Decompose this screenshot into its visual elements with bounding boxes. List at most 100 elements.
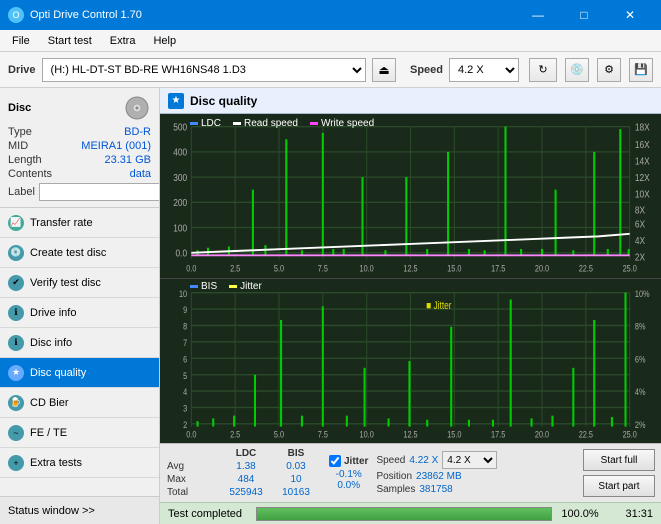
svg-text:0.0: 0.0 <box>186 264 197 274</box>
charts-area: LDC Read speed Write speed <box>160 114 661 443</box>
status-window-button[interactable]: Status window >> <box>0 496 159 524</box>
maximize-button[interactable]: □ <box>561 0 607 30</box>
svg-text:100: 100 <box>173 223 187 234</box>
disc-panel-title: Disc <box>8 102 31 114</box>
progress-pct: 100.0% <box>560 508 600 520</box>
legend-read-speed: Read speed <box>233 118 298 129</box>
sidebar-item-drive-info[interactable]: ℹ Drive info <box>0 298 159 328</box>
menu-help[interactable]: Help <box>145 33 184 49</box>
title-bar: O Opti Drive Control 1.70 — □ ✕ <box>0 0 661 30</box>
disc-icon-button[interactable]: 💿 <box>565 58 589 82</box>
close-button[interactable]: ✕ <box>607 0 653 30</box>
mid-label: MID <box>8 140 28 152</box>
svg-text:200: 200 <box>173 197 187 208</box>
legend-jitter: Jitter <box>229 281 262 292</box>
disc-quality-title: Disc quality <box>190 94 257 108</box>
svg-text:2.5: 2.5 <box>230 264 241 274</box>
speed-stat-val: 4.22 X <box>409 455 438 466</box>
label-label: Label <box>8 186 35 198</box>
svg-text:7.5: 7.5 <box>318 264 329 274</box>
menu-bar: File Start test Extra Help <box>0 30 661 52</box>
main-content: Disc Type BD-R MID MEIRA1 (001) Length <box>0 88 661 524</box>
svg-text:2X: 2X <box>635 252 645 263</box>
save-button[interactable]: 💾 <box>629 58 653 82</box>
svg-text:15.0: 15.0 <box>447 429 461 440</box>
svg-text:8%: 8% <box>635 321 646 332</box>
avg-label: Avg <box>166 460 221 473</box>
label-input[interactable] <box>39 183 160 201</box>
svg-text:500: 500 <box>173 122 187 133</box>
svg-text:0.0: 0.0 <box>186 429 196 440</box>
contents-label: Contents <box>8 168 52 180</box>
contents-value: data <box>130 168 151 180</box>
nav-items: 📈 Transfer rate 💿 Create test disc ✔ Ver… <box>0 208 159 496</box>
jitter-header-row: Jitter <box>329 455 368 467</box>
start-part-button[interactable]: Start part <box>583 475 655 497</box>
length-label: Length <box>8 154 42 166</box>
svg-text:10X: 10X <box>635 189 650 200</box>
samples-row: Samples 381758 <box>376 484 497 495</box>
speed-row: Speed 4.22 X 4.2 X <box>376 451 497 469</box>
write-speed-dot <box>310 122 318 125</box>
type-value: BD-R <box>124 126 151 138</box>
menu-file[interactable]: File <box>4 33 38 49</box>
sidebar: Disc Type BD-R MID MEIRA1 (001) Length <box>0 88 160 524</box>
svg-text:22.5: 22.5 <box>579 429 593 440</box>
avg-ldc: 1.38 <box>221 460 271 473</box>
sidebar-item-fe-te[interactable]: ~ FE / TE <box>0 418 159 448</box>
sidebar-item-verify-test-disc[interactable]: ✔ Verify test disc <box>0 268 159 298</box>
disc-panel-icon <box>123 94 151 122</box>
settings-button[interactable]: ⚙ <box>597 58 621 82</box>
jitter-header-label: Jitter <box>344 456 368 467</box>
sidebar-item-create-test-disc[interactable]: 💿 Create test disc <box>0 238 159 268</box>
jitter-section: Jitter -0.1% 0.0% <box>329 455 368 491</box>
bis-header: BIS <box>271 447 321 460</box>
length-value: 23.31 GB <box>105 154 151 166</box>
svg-text:4X: 4X <box>635 235 645 246</box>
max-ldc: 484 <box>221 473 271 486</box>
eject-button[interactable]: ⏏ <box>372 58 396 82</box>
sidebar-item-transfer-rate[interactable]: 📈 Transfer rate <box>0 208 159 238</box>
speed-select[interactable]: 4.2 X <box>449 58 519 82</box>
legend-ldc: LDC <box>190 118 221 129</box>
svg-text:20.0: 20.0 <box>535 429 549 440</box>
svg-text:0.0: 0.0 <box>176 248 188 259</box>
stats-table: LDC BIS Avg 1.38 0.03 Max 484 10 Total 5… <box>166 447 321 499</box>
speed-stat-select[interactable]: 4.2 X <box>442 451 497 469</box>
menu-start-test[interactable]: Start test <box>40 33 100 49</box>
jitter-checkbox[interactable] <box>329 455 341 467</box>
bottom-stats: LDC BIS Avg 1.38 0.03 Max 484 10 Total 5… <box>160 443 661 502</box>
stats-empty-header <box>166 447 221 460</box>
svg-text:14X: 14X <box>635 156 650 167</box>
type-label: Type <box>8 126 32 138</box>
svg-text:12.5: 12.5 <box>403 429 417 440</box>
content-area: ★ Disc quality LDC Read speed <box>160 88 661 524</box>
svg-text:3: 3 <box>183 403 187 414</box>
create-disc-icon: 💿 <box>8 245 24 261</box>
drive-bar: Drive (H:) HL-DT-ST BD-RE WH16NS48 1.D3 … <box>0 52 661 88</box>
svg-text:17.5: 17.5 <box>491 264 506 274</box>
total-bis: 10163 <box>271 486 321 499</box>
minimize-button[interactable]: — <box>515 0 561 30</box>
disc-quality-header-icon: ★ <box>168 93 184 109</box>
start-buttons: Start full Start part <box>583 449 655 497</box>
svg-text:16X: 16X <box>635 139 650 150</box>
drive-select[interactable]: (H:) HL-DT-ST BD-RE WH16NS48 1.D3 <box>42 58 366 82</box>
sidebar-item-disc-info[interactable]: ℹ Disc info <box>0 328 159 358</box>
extra-tests-icon: + <box>8 455 24 471</box>
svg-text:7: 7 <box>183 337 187 348</box>
disc-quality-icon: ★ <box>8 365 24 381</box>
speed-refresh-button[interactable]: ↻ <box>529 58 557 82</box>
sidebar-item-cd-bier[interactable]: 🍺 CD Bier <box>0 388 159 418</box>
svg-text:20.0: 20.0 <box>535 264 550 274</box>
speed-label: Speed <box>410 64 443 76</box>
start-full-button[interactable]: Start full <box>583 449 655 471</box>
verify-disc-icon: ✔ <box>8 275 24 291</box>
menu-extra[interactable]: Extra <box>102 33 144 49</box>
svg-text:5: 5 <box>183 370 187 381</box>
svg-text:400: 400 <box>173 147 187 158</box>
sidebar-item-extra-tests[interactable]: + Extra tests <box>0 448 159 478</box>
sidebar-item-disc-quality[interactable]: ★ Disc quality <box>0 358 159 388</box>
mid-value: MEIRA1 (001) <box>81 140 151 152</box>
app-icon: O <box>8 7 24 23</box>
